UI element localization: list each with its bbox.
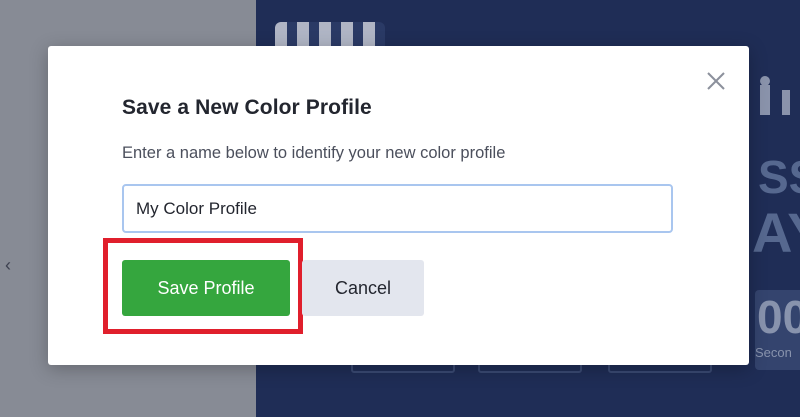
dialog-description: Enter a name below to identify your new … bbox=[122, 144, 506, 162]
countdown-box-seconds: 00 Secon bbox=[755, 290, 800, 370]
dialog-title: Save a New Color Profile bbox=[122, 96, 372, 119]
cancel-button[interactable]: Cancel bbox=[302, 260, 424, 316]
save-color-profile-dialog: Save a New Color Profile Enter a name be… bbox=[48, 46, 749, 365]
background-headline-partial-1: SS bbox=[758, 151, 800, 203]
save-profile-button[interactable]: Save Profile bbox=[122, 260, 290, 316]
background-headline-partial-2: AY bbox=[752, 201, 800, 264]
countdown-seconds-label: Secon bbox=[755, 345, 792, 360]
chevron-left-icon[interactable]: ‹ bbox=[0, 230, 16, 300]
countdown-seconds-number: 00 bbox=[757, 291, 800, 343]
close-icon[interactable] bbox=[705, 70, 727, 92]
profile-name-input[interactable] bbox=[122, 184, 673, 233]
